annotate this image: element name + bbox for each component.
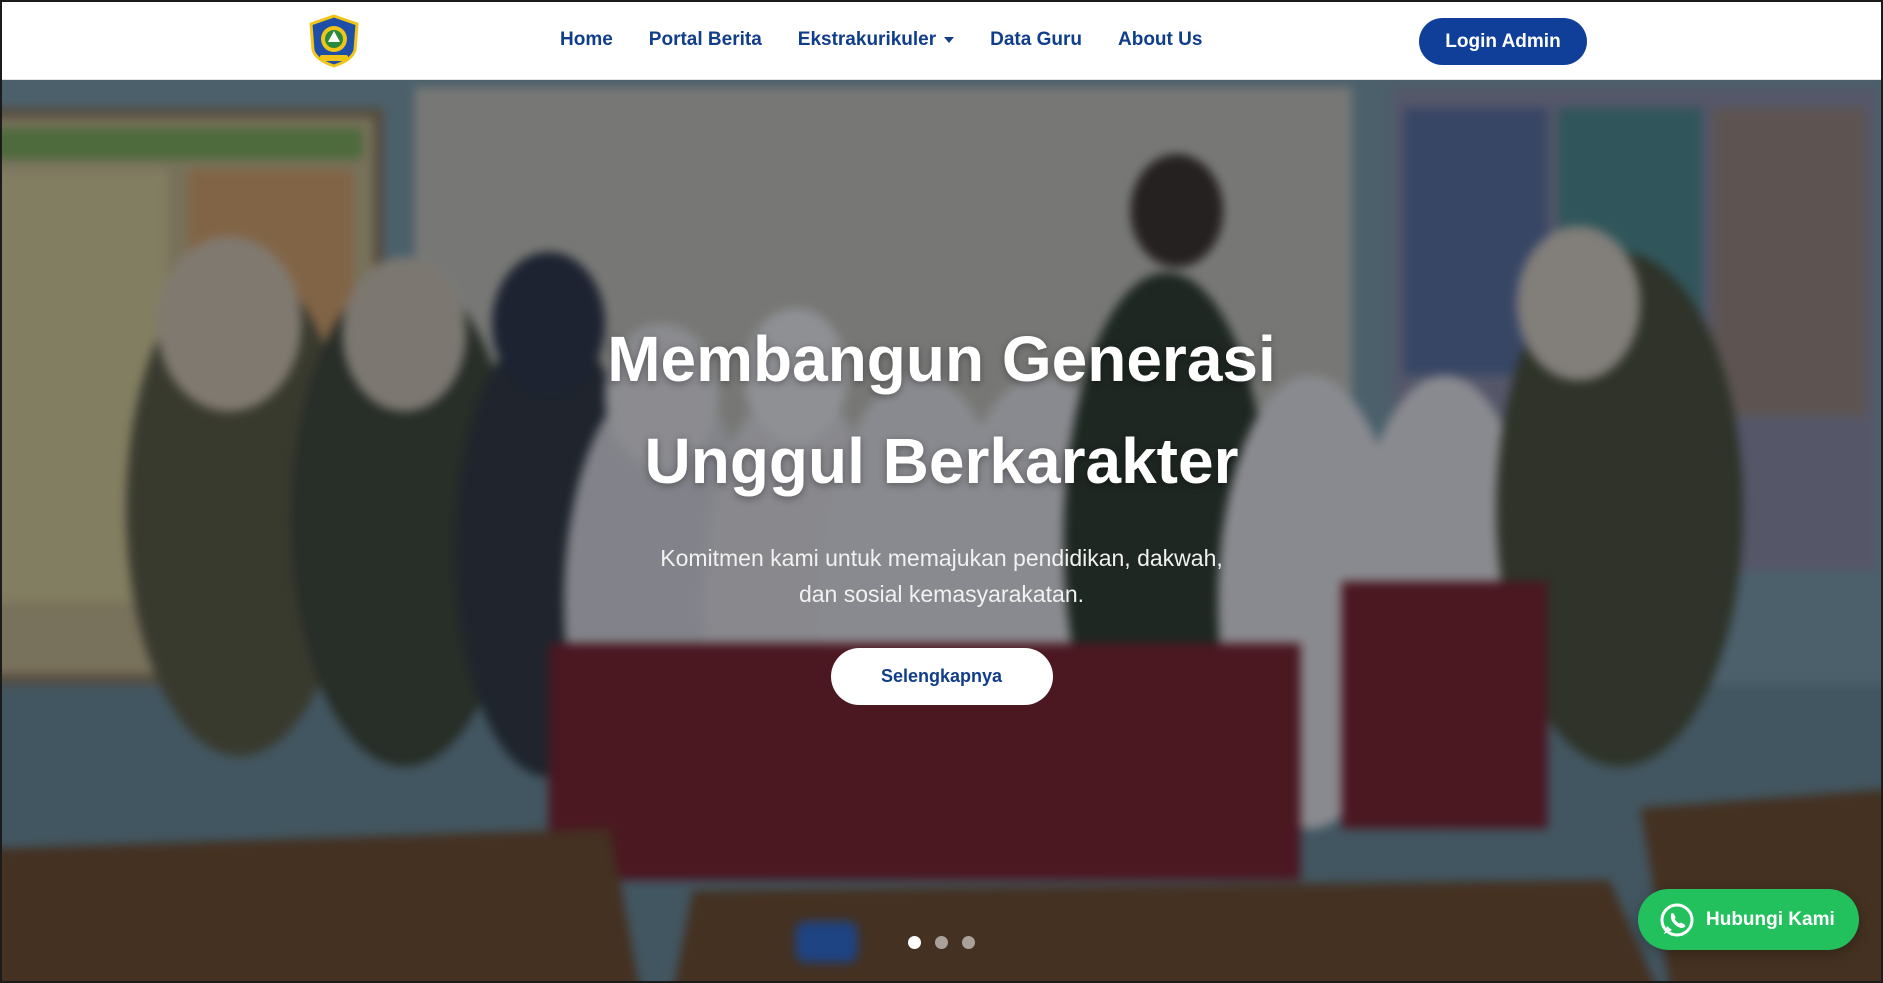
carousel-indicators bbox=[0, 936, 1883, 949]
nav-about-us[interactable]: About Us bbox=[1118, 29, 1202, 51]
hero-title: Membangun Generasi Unggul Berkarakter bbox=[0, 308, 1883, 512]
hero-carousel: Membangun Generasi Unggul Berkarakter Ko… bbox=[0, 80, 1883, 983]
nav-portal-berita[interactable]: Portal Berita bbox=[649, 29, 762, 51]
carousel-dot-1[interactable] bbox=[908, 936, 921, 949]
nav-about-us-label: About Us bbox=[1118, 29, 1203, 50]
nav-data-guru-label: Data Guru bbox=[990, 29, 1082, 50]
nav-portal-berita-label: Portal Berita bbox=[648, 29, 762, 50]
whatsapp-button-label: Hubungi Kami bbox=[1706, 908, 1835, 930]
nav-home-label: Home bbox=[560, 29, 613, 50]
school-crest-icon[interactable] bbox=[308, 14, 360, 68]
hero-title-line-2: Unggul Berkarakter bbox=[644, 425, 1239, 497]
nav-data-guru[interactable]: Data Guru bbox=[990, 29, 1082, 51]
carousel-dot-3[interactable] bbox=[962, 936, 975, 949]
chevron-down-icon bbox=[944, 37, 955, 43]
navbar: Home Portal Berita Ekstrakurikuler Data … bbox=[0, 0, 1883, 80]
login-admin-button[interactable]: Login Admin bbox=[1419, 18, 1587, 65]
hero-content: Membangun Generasi Unggul Berkarakter Ko… bbox=[0, 308, 1883, 705]
carousel-dot-2[interactable] bbox=[935, 936, 948, 949]
hero-subtitle: Komitmen kami untuk memajukan pendidikan… bbox=[592, 540, 1292, 612]
nav-ekstrakurikuler-label: Ekstrakurikuler bbox=[797, 29, 937, 50]
nav-ekstrakurikuler-dropdown[interactable]: Ekstrakurikuler bbox=[797, 29, 955, 51]
whatsapp-icon bbox=[1660, 903, 1694, 936]
whatsapp-contact-button[interactable]: Hubungi Kami bbox=[1638, 889, 1859, 950]
hero-title-line-1: Membangun Generasi bbox=[607, 323, 1276, 395]
hero-subtitle-line-1: Komitmen kami untuk memajukan pendidikan… bbox=[660, 545, 1223, 571]
hero-subtitle-line-2: dan sosial kemasyarakatan. bbox=[798, 581, 1085, 607]
selengkapnya-button[interactable]: Selengkapnya bbox=[830, 648, 1053, 705]
nav-home[interactable]: Home bbox=[560, 29, 613, 51]
main-nav: Home Portal Berita Ekstrakurikuler Data … bbox=[540, 0, 1238, 80]
